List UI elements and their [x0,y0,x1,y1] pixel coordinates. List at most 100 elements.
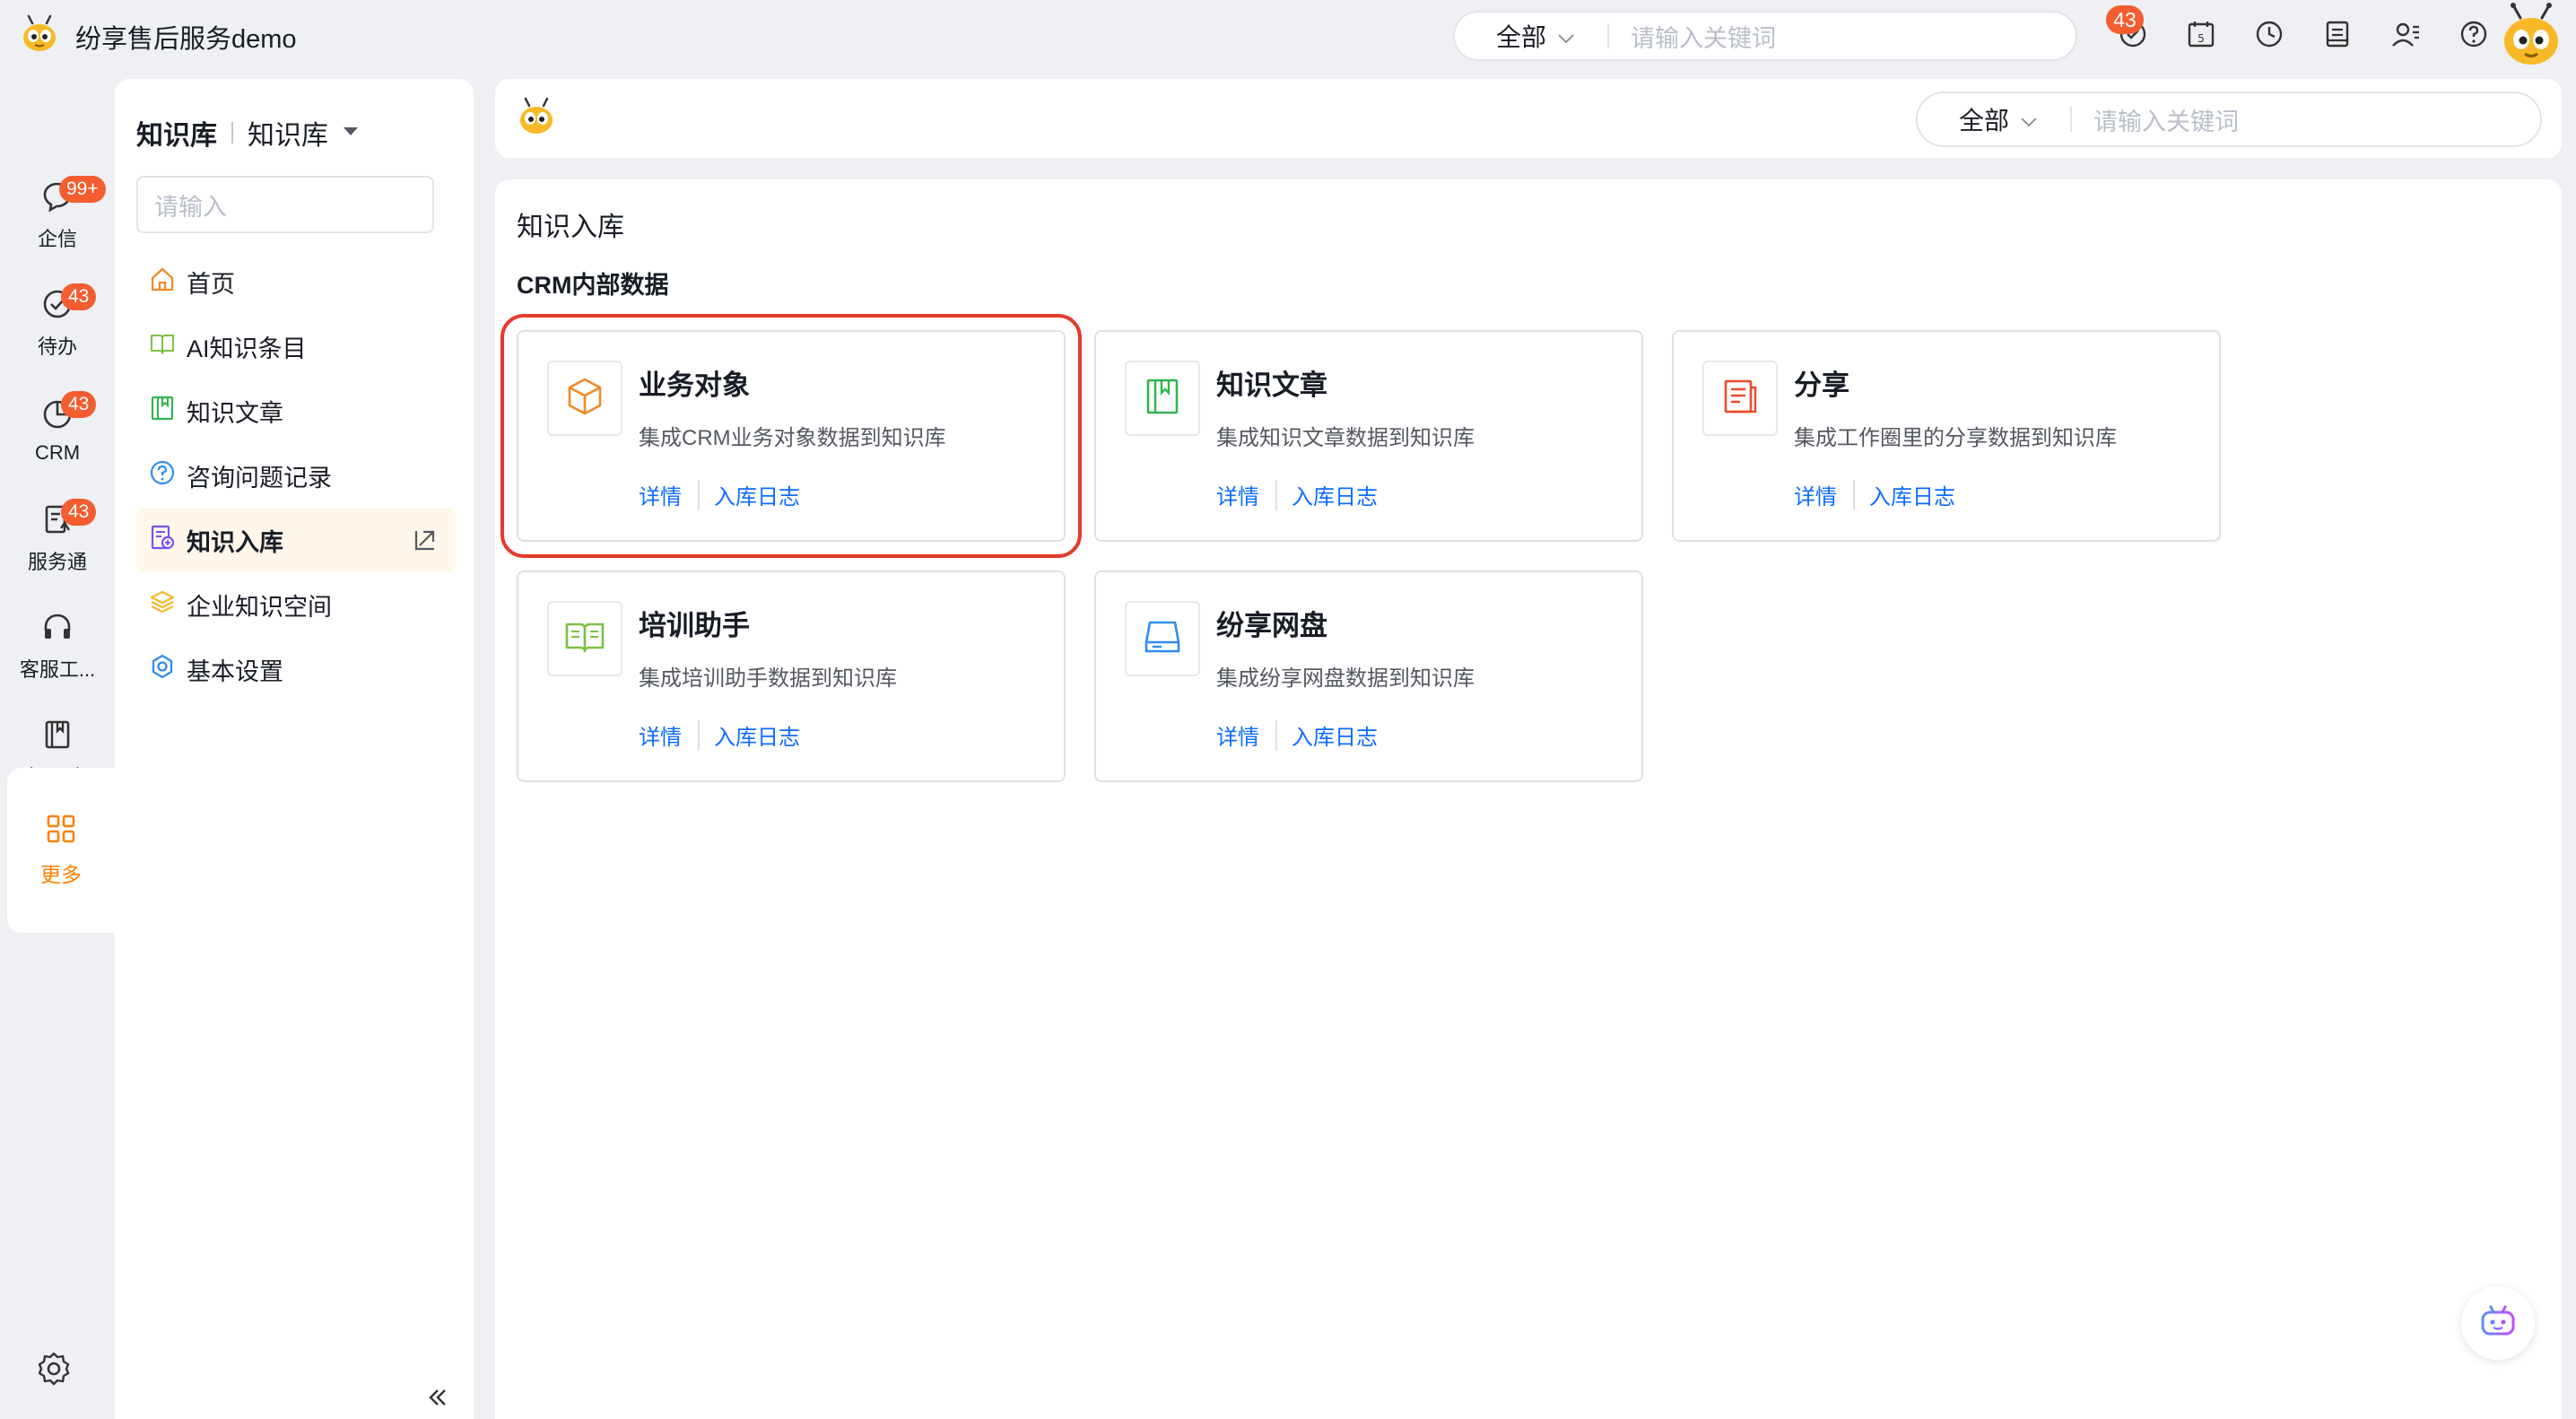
svg-text:5: 5 [2197,32,2205,45]
card-training-assistant[interactable]: 培训助手 集成培训助手数据到知识库 详情 入库日志 [517,570,1066,782]
import-log-link[interactable]: 入库日志 [1292,479,1378,510]
card-title: 分享 [1794,370,1849,401]
divider [1275,719,1277,751]
main-search-scope-label: 全部 [1959,107,2010,135]
rail-item-chat[interactable]: 企信 99+ [0,167,115,266]
sidebar-item-label: 首页 [187,270,235,298]
rail-item-service[interactable]: 服务通 43 [0,490,115,588]
card-title: 业务对象 [639,370,750,401]
rail-badge: 43 [61,391,97,418]
app-title: 纷享售后服务demo [75,24,297,54]
sidebar-item-label: 企业知识空间 [187,593,332,621]
global-search-input[interactable]: 请输入关键词 [1609,19,1776,54]
card-knowledge-article[interactable]: 知识文章 集成知识文章数据到知识库 详情 入库日志 [1094,330,1643,542]
calendar-icon: 5 [2186,19,2216,54]
notification-button[interactable]: 43 [2099,0,2167,72]
rail-item-customer-service[interactable]: 客服工... [0,597,115,696]
card-business-object[interactable]: 业务对象 集成CRM业务对象数据到知识库 详情 入库日志 [500,314,1082,558]
global-search-scope[interactable]: 全部 [1455,18,1607,54]
global-search: 全部 请输入关键词 [1453,11,2077,61]
import-log-link[interactable]: 入库日志 [714,719,800,751]
sidebar-header: 知识库 知识库 [136,113,359,152]
card-share[interactable]: 分享 集成工作圈里的分享数据到知识库 详情 入库日志 [1672,330,2221,542]
card-desc: 集成工作圈里的分享数据到知识库 [1794,426,2117,450]
calendar-button[interactable]: 5 [2167,0,2235,72]
rail-item-more[interactable]: 更多 [7,768,115,933]
settings-button[interactable] [36,1351,72,1391]
sidebar-item-label: 咨询问题记录 [187,464,332,492]
section-title: CRM内部数据 [517,272,669,299]
detail-link[interactable]: 详情 [1216,719,1259,751]
divider [231,122,233,144]
main-search-scope[interactable]: 全部 [1918,101,2070,137]
ai-assistant-button[interactable] [2461,1286,2535,1360]
import-log-link[interactable]: 入库日志 [1292,719,1378,751]
robot-icon [2478,1303,2518,1344]
sidebar-item-label: 知识入库 [187,528,283,556]
detail-link[interactable]: 详情 [1216,479,1259,510]
caret-down-icon[interactable] [343,125,359,141]
app-rail: 企信 99+ 待办 43 CRM 43 服务通 43 客服工... 知识库 [0,72,115,1419]
import-log-link[interactable]: 入库日志 [714,479,800,510]
document-button[interactable] [2303,0,2371,72]
layers-icon [149,588,176,622]
main-search-input[interactable]: 请输入关键词 [2072,102,2239,137]
headset-icon [41,611,74,649]
home-icon [149,266,176,299]
user-avatar[interactable] [2499,2,2563,73]
top-bar: 纷享售后服务demo 全部 请输入关键词 43 5 [0,0,2576,72]
detail-link[interactable]: 详情 [639,719,682,751]
sidebar-item-articles[interactable]: 知识文章 [136,379,456,443]
article-icon [1141,375,1184,422]
card-links: 详情 入库日志 [639,719,800,751]
main-header: 全部 请输入关键词 [495,79,2562,158]
brand[interactable]: 纷享售后服务demo [18,13,297,60]
detail-link[interactable]: 详情 [1794,479,1837,510]
grid-icon [45,813,77,850]
article-icon [149,395,176,428]
import-log-link[interactable]: 入库日志 [1869,479,1955,510]
sidebar-item-settings[interactable]: 基本设置 [136,637,456,701]
contacts-button[interactable] [2371,0,2440,72]
rail-badge: 43 [61,283,97,310]
sidebar-search-input[interactable]: 请输入 [136,176,434,233]
card-desc: 集成知识文章数据到知识库 [1216,426,1475,450]
history-button[interactable] [2235,0,2303,72]
open-new-icon[interactable] [413,527,438,559]
detail-link[interactable]: 详情 [639,479,682,510]
sidebar-item-ai-knowledge[interactable]: AI知识条目 [136,314,456,379]
divider [1275,479,1277,510]
book-icon [149,330,176,363]
global-search-scope-label: 全部 [1496,23,1547,51]
collapse-sidebar-button[interactable] [425,1385,450,1415]
card-cloud-drive[interactable]: 纷享网盘 集成纷享网盘数据到知识库 详情 入库日志 [1094,570,1643,782]
rail-item-todo[interactable]: 待办 43 [0,274,115,373]
sidebar-item-enterprise-space[interactable]: 企业知识空间 [136,572,456,637]
double-chevron-left-icon [425,1389,450,1414]
chevron-down-icon [1557,22,1575,50]
sidebar-title: 知识库 [136,121,217,151]
sidebar-item-questions[interactable]: 咨询问题记录 [136,443,456,508]
card-links: 详情 入库日志 [1794,479,1955,510]
card-title: 纷享网盘 [1216,610,1327,641]
gear-icon [36,1352,72,1390]
card-icon-box [1702,361,1778,436]
card-links: 详情 入库日志 [1216,479,1378,510]
help-button[interactable] [2440,0,2508,72]
card-links: 详情 入库日志 [639,479,800,510]
clock-icon [2254,19,2284,54]
divider [698,719,700,751]
rail-item-label: 企信 [37,228,77,250]
settings-icon [149,653,176,686]
sidebar-item-import[interactable]: 知识入库 [136,508,456,572]
card-icon-box [547,601,622,676]
rail-item-label: 客服工... [19,658,96,681]
rail-item-label: 服务通 [27,551,87,573]
sidebar-subtitle-dropdown[interactable]: 知识库 [248,113,328,152]
notification-badge: 43 [2106,5,2144,34]
import-icon [149,524,176,557]
card-icon-box [1125,361,1200,436]
rail-more-label: 更多 [40,863,82,886]
rail-item-crm[interactable]: CRM 43 [0,382,115,481]
sidebar-item-home[interactable]: 首页 [136,249,456,314]
